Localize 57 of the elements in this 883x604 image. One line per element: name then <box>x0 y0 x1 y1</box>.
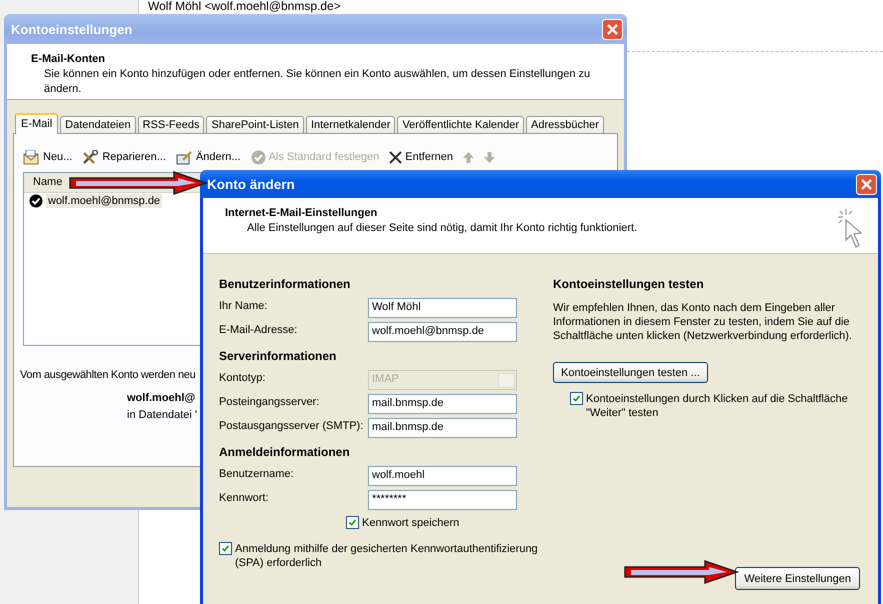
field-label: Kennwort: <box>219 491 270 504</box>
tools-icon <box>82 150 100 164</box>
group-heading: Anmeldeinformationen <box>219 444 351 461</box>
section-heading: E-Mail-Konten <box>31 53 106 65</box>
down-arrow-icon <box>484 152 495 162</box>
toolbar-button[interactable]: Ändern... <box>176 150 241 164</box>
up-arrow-icon <box>462 152 474 162</box>
sender-header: Wolf Möhl <wolf.moehl@bnmsp.de> <box>148 0 341 13</box>
close-icon[interactable] <box>602 18 623 40</box>
tab[interactable]: RSS-Feeds <box>138 116 204 133</box>
description-text: Wir empfehlen Ihnen, das Konto nach dem Eingeben aller Informationen in diesem Fenster zu testen, indem Sie auf die Schaltfläche unten klicken (Netzwerkverbindung erforderlich). <box>553 301 853 343</box>
test-settings-button[interactable]: Kontoeinstellungen testen ... <box>553 362 708 383</box>
checkbox-label: Kontoeinstellungen durch Klicken auf die Schaltfläche "Weiter" testen <box>586 392 849 420</box>
close-icon[interactable] <box>856 174 877 194</box>
field-label: Postausgangsserver (SMTP): <box>219 419 364 432</box>
section-heading: Internet-E-Mail-Einstellungen <box>225 207 378 219</box>
account-name: wolf.moehl@ <box>127 392 196 404</box>
field-label: Posteingangsserver: <box>219 395 320 408</box>
more-settings-button[interactable]: Weitere Einstellungen <box>735 567 860 590</box>
tab[interactable]: E-Mail <box>15 113 58 134</box>
checkbox[interactable] <box>346 516 359 529</box>
checkbox-label: Anmeldung mithilfe der gesicherten Kennwortauthentifizierung (SPA) erforderlich <box>235 542 539 570</box>
field-label: Ihr Name: <box>219 299 268 312</box>
tab[interactable]: Datendateien <box>60 116 136 133</box>
field-label: Kontotyp: <box>219 371 266 384</box>
checkbox-label: Kennwort speichern <box>362 516 460 530</box>
edit-envelope-icon <box>176 150 193 164</box>
description-text: Sie können ein Konto hinzufügen oder entfernen. Sie können ein Konto auswählen, um dessen Einstellungen zu ändern. <box>43 67 592 97</box>
group-heading: Serverinformationen <box>219 348 338 365</box>
input-field[interactable]: mail.bnmsp.de <box>368 418 517 438</box>
checkbox[interactable] <box>570 392 583 405</box>
group-heading: Kontoeinstellungen testen <box>553 276 705 293</box>
list-item[interactable]: wolf.moehl@bnmsp.de <box>46 194 162 208</box>
description-text: Alle Einstellungen auf dieser Seite sind nötig, damit Ihr Konto richtig funktioniert. <box>246 221 638 236</box>
window-title: Konto ändern <box>207 176 295 192</box>
input-field[interactable]: Wolf Möhl <box>368 298 517 318</box>
info-text: Vom ausgewählten Konto werden neu <box>20 369 196 381</box>
password-field[interactable]: ******** <box>368 490 517 510</box>
toolbar-button[interactable]: Entfernen <box>389 150 453 164</box>
envelope-icon <box>23 150 40 164</box>
input-field[interactable]: mail.bnmsp.de <box>368 394 517 414</box>
toolbar-button[interactable]: Reparieren... <box>82 150 166 164</box>
window-title: Kontoeinstellungen <box>11 22 132 36</box>
input-field[interactable]: wolf.moehl <box>368 466 517 486</box>
tab[interactable]: Internetkalender <box>306 116 396 133</box>
tab[interactable]: Adressbücher <box>526 116 604 133</box>
group-heading: Benutzerinformationen <box>219 276 352 293</box>
check-circle-icon <box>250 150 266 164</box>
tab[interactable]: SharePoint-Listen <box>206 116 304 133</box>
data-file-text: in Datendatei ' <box>127 409 197 421</box>
tab[interactable]: Veröffentlichte Kalender <box>397 116 524 133</box>
toolbar-button[interactable]: Neu... <box>23 150 72 164</box>
input-field[interactable]: wolf.moehl@bnmsp.de <box>368 322 517 342</box>
close-icon <box>389 150 402 164</box>
field-label: E-Mail-Adresse: <box>219 323 298 336</box>
checkbox[interactable] <box>219 542 232 555</box>
field-label: Benutzername: <box>219 467 295 480</box>
